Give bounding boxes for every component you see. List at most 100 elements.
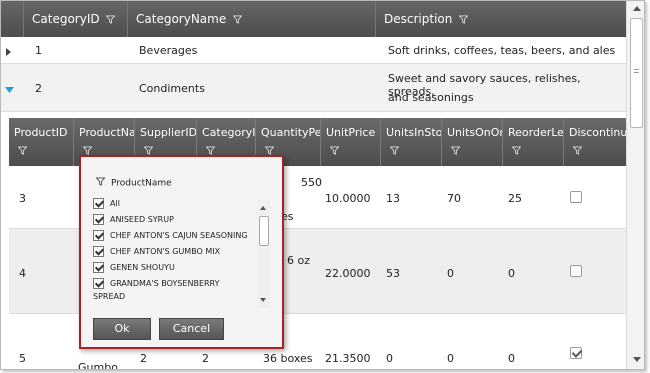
column-header-label: CategoryID	[32, 12, 100, 26]
cell-categoryname: Beverages	[139, 44, 198, 57]
checkbox-icon[interactable]	[93, 278, 104, 289]
cell-productid: 5	[19, 352, 26, 365]
cancel-button[interactable]: Cancel	[159, 318, 224, 340]
cell-productid: 4	[19, 267, 26, 280]
filter-icon[interactable]	[512, 146, 521, 155]
outer-grid-header: CategoryID CategoryName Description	[1, 1, 626, 37]
column-header-categoryid[interactable]: CategoryID	[23, 1, 127, 37]
checkbox-icon[interactable]	[93, 246, 104, 257]
cell-productid: 3	[19, 192, 26, 205]
filter-icon[interactable]	[206, 146, 215, 155]
filter-option-all[interactable]: All	[93, 197, 273, 213]
scrollbar-thumb[interactable]	[259, 216, 269, 246]
table-row[interactable]: 2 Condiments Sweet and savory sauces, re…	[1, 64, 626, 112]
filter-value-list: All ANISEED SYRUP CHEF ANTON'S CAJUN SEA…	[93, 197, 273, 309]
filter-popup: ProductName All ANISEED SYRUP CHEF ANTON…	[79, 155, 284, 349]
column-header-label: Discontinued	[569, 126, 626, 139]
filter-icon	[95, 177, 106, 189]
expand-arrow-icon[interactable]	[5, 46, 13, 56]
cell-unitprice: 22.0000	[325, 267, 371, 280]
filter-icon[interactable]	[451, 146, 460, 155]
discontinued-checkbox[interactable]	[570, 265, 582, 277]
cell-productname: Gumbo	[78, 361, 118, 370]
cell-quantityperunit: 6 oz	[287, 254, 310, 267]
vertical-scrollbar[interactable]	[626, 1, 644, 369]
filter-icon[interactable]	[265, 146, 274, 155]
cell-categoryid: 2	[202, 352, 209, 365]
filter-list-scrollbar[interactable]	[258, 200, 270, 308]
column-header-categoryname[interactable]: CategoryName	[127, 1, 375, 37]
column-header-discontinued[interactable]: Discontinued	[563, 118, 626, 166]
filter-option-label-continuation: SPREAD	[93, 292, 126, 301]
filter-popup-title: ProductName	[95, 177, 172, 189]
filter-icon[interactable]	[83, 146, 92, 155]
column-header-unitprice[interactable]: UnitPrice	[320, 118, 380, 166]
table-row[interactable]: 1 Beverages Soft drinks, coffees, teas, …	[1, 37, 626, 64]
collapse-arrow-icon[interactable]	[5, 84, 14, 93]
ok-button[interactable]: Ok	[93, 318, 151, 340]
scrollbar-thumb[interactable]	[630, 18, 643, 128]
cell-unitsonorder: 0	[447, 267, 454, 280]
column-header-productid[interactable]: ProductID	[9, 118, 73, 166]
discontinued-checkbox[interactable]	[570, 191, 582, 203]
filter-option-label: GRANDMA'S BOYSENBERRY	[110, 279, 220, 288]
cell-categoryid: 1	[35, 44, 42, 57]
cell-supplierid: 2	[140, 352, 147, 365]
filter-option-label: GENEN SHOUYU	[110, 263, 175, 272]
column-header-label: ProductName	[79, 126, 134, 139]
cell-description-line2: and seasonings	[388, 91, 474, 104]
filter-icon[interactable]	[573, 146, 582, 155]
cell-categoryname: Condiments	[139, 82, 205, 95]
filter-option-label: CHEF ANTON'S CAJUN SEASONING	[110, 231, 248, 240]
cell-reorderlevel: 0	[508, 267, 515, 280]
column-header-label: UnitsInStock	[386, 126, 441, 139]
column-header-label: ReorderLevel	[508, 126, 563, 139]
filter-option-label: CHEF ANTON'S GUMBO MIX	[110, 247, 221, 256]
filter-icon[interactable]	[459, 15, 469, 24]
scroll-down-icon[interactable]	[260, 298, 266, 302]
column-header-reorderlevel[interactable]: ReorderLevel	[502, 118, 563, 166]
filter-option[interactable]: GENEN SHOUYU	[93, 261, 273, 277]
scroll-down-icon[interactable]	[633, 357, 641, 362]
column-header-label: Description	[384, 12, 453, 26]
column-header-label: CategoryID	[202, 126, 255, 139]
filter-icon[interactable]	[18, 146, 27, 155]
filter-popup-title-text: ProductName	[111, 178, 172, 189]
cell-categoryid: 2	[35, 82, 42, 95]
column-header-label: QuantityPerUnit	[261, 126, 320, 139]
cell-quantityperunit: 36 boxes	[263, 352, 313, 365]
filter-icon[interactable]	[144, 146, 153, 155]
column-header-unitsinstock[interactable]: UnitsInStock	[380, 118, 441, 166]
cell-unitprice: 21.3500	[325, 352, 371, 365]
scroll-up-icon[interactable]	[633, 6, 641, 11]
cell-quantityperunit-line1: 550	[301, 176, 322, 189]
filter-option[interactable]: GRANDMA'S BOYSENBERRY SPREAD	[93, 277, 273, 303]
column-header-unitsonorder[interactable]: UnitsOnOrder	[441, 118, 502, 166]
filter-option[interactable]: CHEF ANTON'S CAJUN SEASONING	[93, 229, 273, 245]
cell-reorderlevel: 25	[508, 192, 522, 205]
filter-option-label: ANISEED SYRUP	[110, 215, 174, 224]
scroll-up-icon[interactable]	[260, 206, 266, 210]
filter-icon[interactable]	[233, 15, 243, 24]
checkbox-icon[interactable]	[93, 214, 104, 225]
checkbox-icon[interactable]	[93, 262, 104, 273]
cell-unitprice: 10.0000	[325, 192, 371, 205]
checkbox-icon[interactable]	[93, 198, 104, 209]
column-header-description[interactable]: Description	[375, 1, 626, 37]
cell-unitsinstock: 53	[386, 267, 400, 280]
filter-icon[interactable]	[330, 146, 339, 155]
filter-option[interactable]: ANISEED SYRUP	[93, 213, 273, 229]
discontinued-checkbox[interactable]	[570, 347, 582, 359]
filter-option[interactable]: CHEF ANTON'S GUMBO MIX	[93, 245, 273, 261]
cell-unitsinstock: 13	[386, 192, 400, 205]
filter-option-label: All	[110, 199, 120, 208]
cell-reorderlevel: 0	[508, 352, 515, 365]
filter-icon[interactable]	[390, 146, 399, 155]
column-header-label: ProductID	[14, 126, 68, 139]
grip-icon	[634, 69, 639, 73]
column-header-label: CategoryName	[136, 12, 227, 26]
column-header-label: UnitsOnOrder	[447, 126, 502, 139]
checkbox-icon[interactable]	[93, 230, 104, 241]
cell-unitsinstock: 0	[386, 352, 393, 365]
filter-icon[interactable]	[106, 15, 116, 24]
